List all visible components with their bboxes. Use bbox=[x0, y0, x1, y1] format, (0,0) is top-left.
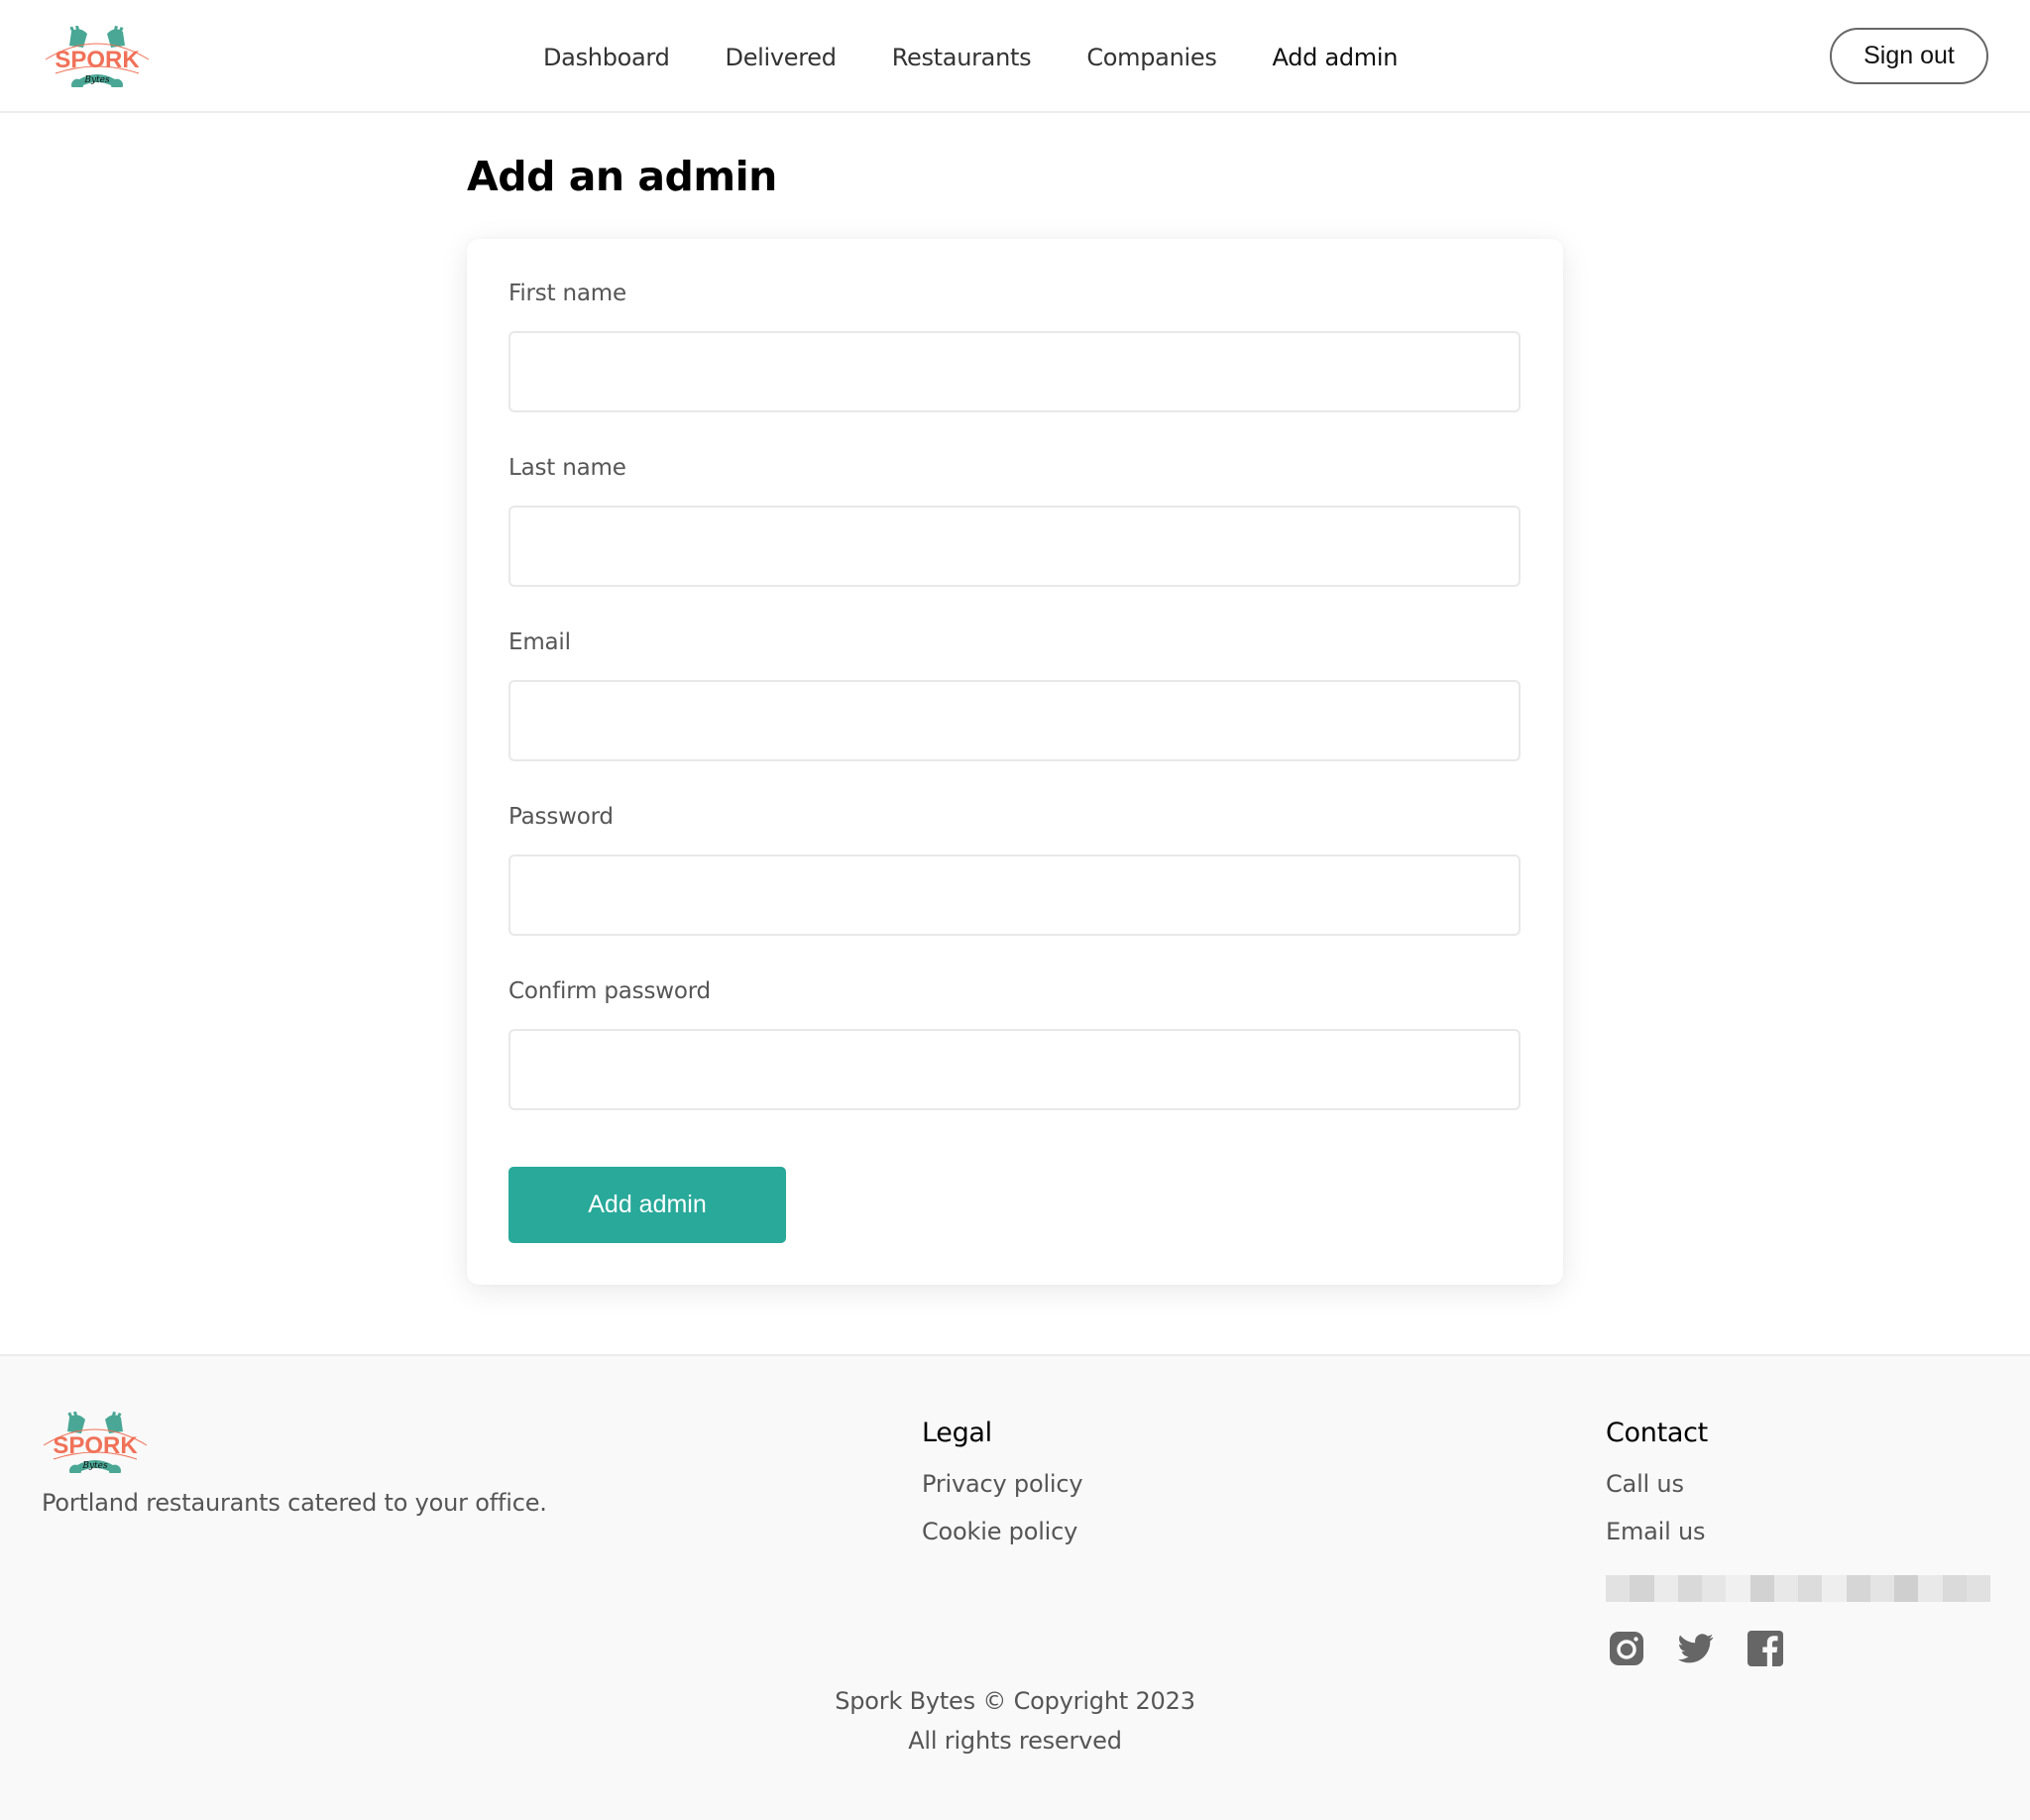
redacted-contact-info bbox=[1606, 1575, 1990, 1602]
footer-legal-column: Legal Privacy policy Cookie policy bbox=[922, 1418, 1083, 1565]
legal-heading: Legal bbox=[922, 1418, 992, 1448]
copyright-text: Spork Bytes © Copyright 2023 bbox=[835, 1687, 1195, 1715]
svg-text:SPORK: SPORK bbox=[55, 47, 140, 73]
add-admin-form: First name Last name Email Password Conf… bbox=[467, 239, 1563, 1285]
spork-logo-icon: SPORK Bytes bbox=[45, 25, 150, 91]
call-us-link[interactable]: Call us bbox=[1606, 1470, 1708, 1498]
svg-text:Bytes: Bytes bbox=[81, 1461, 108, 1471]
footer-contact-column: Contact Call us Email us bbox=[1606, 1418, 1708, 1565]
cookie-policy-link[interactable]: Cookie policy bbox=[922, 1518, 1082, 1545]
first-name-input[interactable] bbox=[508, 331, 1521, 412]
password-input[interactable] bbox=[508, 854, 1521, 936]
first-name-label: First name bbox=[508, 281, 626, 306]
last-name-label: Last name bbox=[508, 455, 626, 481]
spork-bytes-logo[interactable]: SPORK Bytes bbox=[42, 25, 153, 91]
email-us-link[interactable]: Email us bbox=[1606, 1518, 1708, 1545]
page-title: Add an admin bbox=[467, 153, 777, 200]
privacy-policy-link[interactable]: Privacy policy bbox=[922, 1470, 1083, 1498]
footer-tagline: Portland restaurants catered to your off… bbox=[42, 1489, 547, 1517]
instagram-icon[interactable] bbox=[1608, 1630, 1645, 1667]
nav-restaurants[interactable]: Restaurants bbox=[892, 44, 1032, 71]
footer-logo[interactable]: SPORK Bytes bbox=[40, 1411, 151, 1477]
twitter-icon[interactable] bbox=[1677, 1630, 1715, 1667]
email-label: Email bbox=[508, 629, 571, 655]
password-label: Password bbox=[508, 804, 614, 830]
last-name-input[interactable] bbox=[508, 506, 1521, 587]
confirm-password-input[interactable] bbox=[508, 1029, 1521, 1110]
spork-logo-icon: SPORK Bytes bbox=[43, 1411, 148, 1477]
nav-dashboard[interactable]: Dashboard bbox=[543, 44, 670, 71]
top-nav-bar: SPORK Bytes Dashboard Delivered Restaura… bbox=[0, 0, 2030, 113]
sign-out-button[interactable]: Sign out bbox=[1830, 28, 1988, 84]
main-nav: Dashboard Delivered Restaurants Companie… bbox=[543, 38, 1453, 77]
footer: SPORK Bytes Portland restaurants catered… bbox=[0, 1354, 2030, 1820]
svg-text:SPORK: SPORK bbox=[53, 1432, 138, 1459]
nav-add-admin[interactable]: Add admin bbox=[1273, 44, 1399, 71]
svg-text:Bytes: Bytes bbox=[83, 75, 110, 85]
rights-reserved-text: All rights reserved bbox=[908, 1727, 1122, 1755]
nav-companies[interactable]: Companies bbox=[1086, 44, 1217, 71]
facebook-icon[interactable] bbox=[1747, 1630, 1784, 1667]
social-links bbox=[1608, 1630, 1816, 1667]
contact-heading: Contact bbox=[1606, 1418, 1708, 1448]
email-input[interactable] bbox=[508, 680, 1521, 761]
add-admin-button[interactable]: Add admin bbox=[508, 1167, 786, 1243]
confirm-password-label: Confirm password bbox=[508, 978, 711, 1004]
nav-delivered[interactable]: Delivered bbox=[726, 44, 838, 71]
